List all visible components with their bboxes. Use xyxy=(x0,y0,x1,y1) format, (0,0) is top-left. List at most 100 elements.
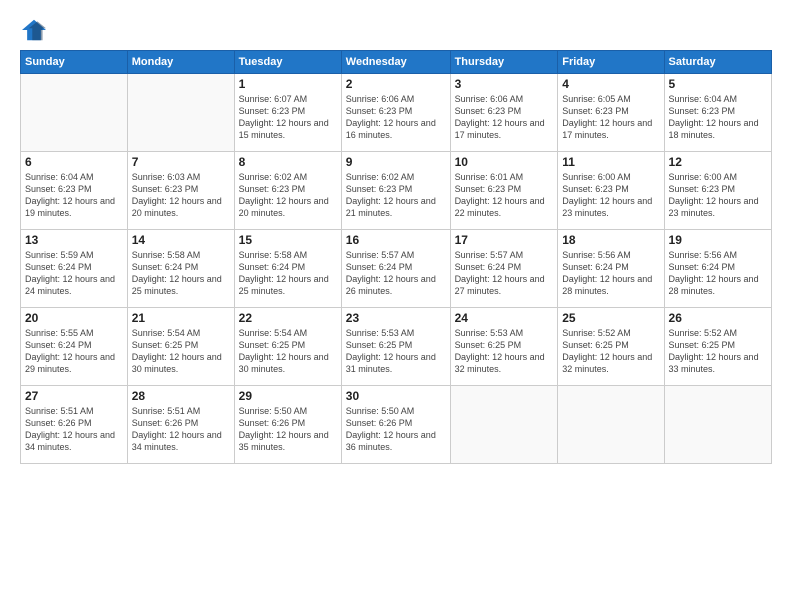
day-detail: Sunrise: 6:02 AM Sunset: 6:23 PM Dayligh… xyxy=(346,171,446,220)
day-number: 22 xyxy=(239,311,337,325)
calendar-cell: 12Sunrise: 6:00 AM Sunset: 6:23 PM Dayli… xyxy=(664,152,771,230)
day-number: 9 xyxy=(346,155,446,169)
calendar-cell: 27 Sunrise: 5:51 AM Sunset: 6:26 PM Dayli… xyxy=(21,386,128,464)
calendar-cell xyxy=(664,386,771,464)
day-detail: Sunrise: 6:07 AM Sunset: 6:23 PM Dayligh… xyxy=(239,93,337,142)
calendar-cell xyxy=(127,74,234,152)
day-number: 5 xyxy=(669,77,767,91)
day-number: 3 xyxy=(455,77,554,91)
day-number: 6 xyxy=(25,155,123,169)
day-number: 15 xyxy=(239,233,337,247)
calendar-cell: 21 Sunrise: 5:54 AM Sunset: 6:25 PM Dayli… xyxy=(127,308,234,386)
day-number: 11 xyxy=(562,155,659,169)
calendar-cell xyxy=(558,386,664,464)
calendar-header-sunday: Sunday xyxy=(21,51,128,74)
day-number: 17 xyxy=(455,233,554,247)
day-detail: Sunrise: 6:00 AM Sunset: 6:23 PM Dayligh… xyxy=(562,171,659,220)
day-number: 21 xyxy=(132,311,230,325)
calendar-week-5: 27 Sunrise: 5:51 AM Sunset: 6:26 PM Dayli… xyxy=(21,386,772,464)
calendar-cell: 15 Sunrise: 5:58 AM Sunset: 6:24 PM Dayli… xyxy=(234,230,341,308)
calendar-cell: 5 Sunrise: 6:04 AM Sunset: 6:23 PM Daylig… xyxy=(664,74,771,152)
day-detail: Sunrise: 5:55 AM Sunset: 6:24 PM Dayligh… xyxy=(25,327,123,376)
calendar-cell: 19 Sunrise: 5:56 AM Sunset: 6:24 PM Dayli… xyxy=(664,230,771,308)
day-number: 23 xyxy=(346,311,446,325)
calendar-cell: 7 Sunrise: 6:03 AM Sunset: 6:23 PM Daylig… xyxy=(127,152,234,230)
day-number: 7 xyxy=(132,155,230,169)
day-detail: Sunrise: 6:04 AM Sunset: 6:23 PM Dayligh… xyxy=(25,171,123,220)
calendar-cell: 9 Sunrise: 6:02 AM Sunset: 6:23 PM Daylig… xyxy=(341,152,450,230)
day-number: 28 xyxy=(132,389,230,403)
calendar-cell: 29 Sunrise: 5:50 AM Sunset: 6:26 PM Dayli… xyxy=(234,386,341,464)
calendar-cell: 6 Sunrise: 6:04 AM Sunset: 6:23 PM Daylig… xyxy=(21,152,128,230)
calendar-week-3: 13 Sunrise: 5:59 AM Sunset: 6:24 PM Dayli… xyxy=(21,230,772,308)
day-detail: Sunrise: 5:53 AM Sunset: 6:25 PM Dayligh… xyxy=(455,327,554,376)
calendar-cell xyxy=(450,386,558,464)
calendar-week-4: 20 Sunrise: 5:55 AM Sunset: 6:24 PM Dayli… xyxy=(21,308,772,386)
day-number: 10 xyxy=(455,155,554,169)
day-number: 19 xyxy=(669,233,767,247)
day-detail: Sunrise: 5:51 AM Sunset: 6:26 PM Dayligh… xyxy=(132,405,230,454)
calendar-header-monday: Monday xyxy=(127,51,234,74)
day-number: 25 xyxy=(562,311,659,325)
day-number: 16 xyxy=(346,233,446,247)
calendar-header-saturday: Saturday xyxy=(664,51,771,74)
day-detail: Sunrise: 6:06 AM Sunset: 6:23 PM Dayligh… xyxy=(455,93,554,142)
day-detail: Sunrise: 5:56 AM Sunset: 6:24 PM Dayligh… xyxy=(562,249,659,298)
calendar-cell: 11 Sunrise: 6:00 AM Sunset: 6:23 PM Dayli… xyxy=(558,152,664,230)
calendar-cell: 1 Sunrise: 6:07 AM Sunset: 6:23 PM Daylig… xyxy=(234,74,341,152)
day-detail: Sunrise: 5:59 AM Sunset: 6:24 PM Dayligh… xyxy=(25,249,123,298)
day-number: 1 xyxy=(239,77,337,91)
day-number: 30 xyxy=(346,389,446,403)
calendar-header-tuesday: Tuesday xyxy=(234,51,341,74)
day-detail: Sunrise: 5:54 AM Sunset: 6:25 PM Dayligh… xyxy=(239,327,337,376)
calendar-week-2: 6 Sunrise: 6:04 AM Sunset: 6:23 PM Daylig… xyxy=(21,152,772,230)
day-number: 8 xyxy=(239,155,337,169)
calendar-cell: 14Sunrise: 5:58 AM Sunset: 6:24 PM Dayli… xyxy=(127,230,234,308)
calendar-cell xyxy=(21,74,128,152)
day-detail: Sunrise: 6:02 AM Sunset: 6:23 PM Dayligh… xyxy=(239,171,337,220)
page: SundayMondayTuesdayWednesdayThursdayFrid… xyxy=(0,0,792,612)
day-detail: Sunrise: 5:50 AM Sunset: 6:26 PM Dayligh… xyxy=(346,405,446,454)
calendar-week-1: 1 Sunrise: 6:07 AM Sunset: 6:23 PM Daylig… xyxy=(21,74,772,152)
day-detail: Sunrise: 5:51 AM Sunset: 6:26 PM Dayligh… xyxy=(25,405,123,454)
day-number: 13 xyxy=(25,233,123,247)
day-detail: Sunrise: 5:53 AM Sunset: 6:25 PM Dayligh… xyxy=(346,327,446,376)
day-detail: Sunrise: 5:58 AM Sunset: 6:24 PM Dayligh… xyxy=(132,249,230,298)
calendar-header-friday: Friday xyxy=(558,51,664,74)
day-detail: Sunrise: 6:03 AM Sunset: 6:23 PM Dayligh… xyxy=(132,171,230,220)
calendar-cell: 25 Sunrise: 5:52 AM Sunset: 6:25 PM Dayli… xyxy=(558,308,664,386)
day-detail: Sunrise: 5:57 AM Sunset: 6:24 PM Dayligh… xyxy=(455,249,554,298)
calendar-cell: 2Sunrise: 6:06 AM Sunset: 6:23 PM Daylig… xyxy=(341,74,450,152)
day-detail: Sunrise: 6:01 AM Sunset: 6:23 PM Dayligh… xyxy=(455,171,554,220)
day-detail: Sunrise: 5:56 AM Sunset: 6:24 PM Dayligh… xyxy=(669,249,767,298)
logo xyxy=(20,18,52,42)
day-detail: Sunrise: 5:57 AM Sunset: 6:24 PM Dayligh… xyxy=(346,249,446,298)
day-detail: Sunrise: 5:54 AM Sunset: 6:25 PM Dayligh… xyxy=(132,327,230,376)
day-number: 12 xyxy=(669,155,767,169)
day-detail: Sunrise: 5:52 AM Sunset: 6:25 PM Dayligh… xyxy=(562,327,659,376)
day-detail: Sunrise: 6:06 AM Sunset: 6:23 PM Dayligh… xyxy=(346,93,446,142)
calendar-body: 1 Sunrise: 6:07 AM Sunset: 6:23 PM Daylig… xyxy=(21,74,772,464)
day-number: 20 xyxy=(25,311,123,325)
day-detail: Sunrise: 6:05 AM Sunset: 6:23 PM Dayligh… xyxy=(562,93,659,142)
calendar-cell: 16 Sunrise: 5:57 AM Sunset: 6:24 PM Dayli… xyxy=(341,230,450,308)
day-number: 4 xyxy=(562,77,659,91)
logo-icon xyxy=(20,18,48,42)
calendar-cell: 4 Sunrise: 6:05 AM Sunset: 6:23 PM Daylig… xyxy=(558,74,664,152)
calendar-cell: 8 Sunrise: 6:02 AM Sunset: 6:23 PM Daylig… xyxy=(234,152,341,230)
day-number: 29 xyxy=(239,389,337,403)
calendar-cell: 28 Sunrise: 5:51 AM Sunset: 6:26 PM Dayli… xyxy=(127,386,234,464)
day-detail: Sunrise: 5:58 AM Sunset: 6:24 PM Dayligh… xyxy=(239,249,337,298)
calendar-cell: 3 Sunrise: 6:06 AM Sunset: 6:23 PM Daylig… xyxy=(450,74,558,152)
day-number: 26 xyxy=(669,311,767,325)
calendar-cell: 23 Sunrise: 5:53 AM Sunset: 6:25 PM Dayli… xyxy=(341,308,450,386)
calendar-cell: 24 Sunrise: 5:53 AM Sunset: 6:25 PM Dayli… xyxy=(450,308,558,386)
day-detail: Sunrise: 6:04 AM Sunset: 6:23 PM Dayligh… xyxy=(669,93,767,142)
day-number: 18 xyxy=(562,233,659,247)
calendar-cell: 18 Sunrise: 5:56 AM Sunset: 6:24 PM Dayli… xyxy=(558,230,664,308)
calendar-header-row: SundayMondayTuesdayWednesdayThursdayFrid… xyxy=(21,51,772,74)
day-number: 27 xyxy=(25,389,123,403)
day-number: 24 xyxy=(455,311,554,325)
day-detail: Sunrise: 5:50 AM Sunset: 6:26 PM Dayligh… xyxy=(239,405,337,454)
calendar-cell: 10 Sunrise: 6:01 AM Sunset: 6:23 PM Dayli… xyxy=(450,152,558,230)
